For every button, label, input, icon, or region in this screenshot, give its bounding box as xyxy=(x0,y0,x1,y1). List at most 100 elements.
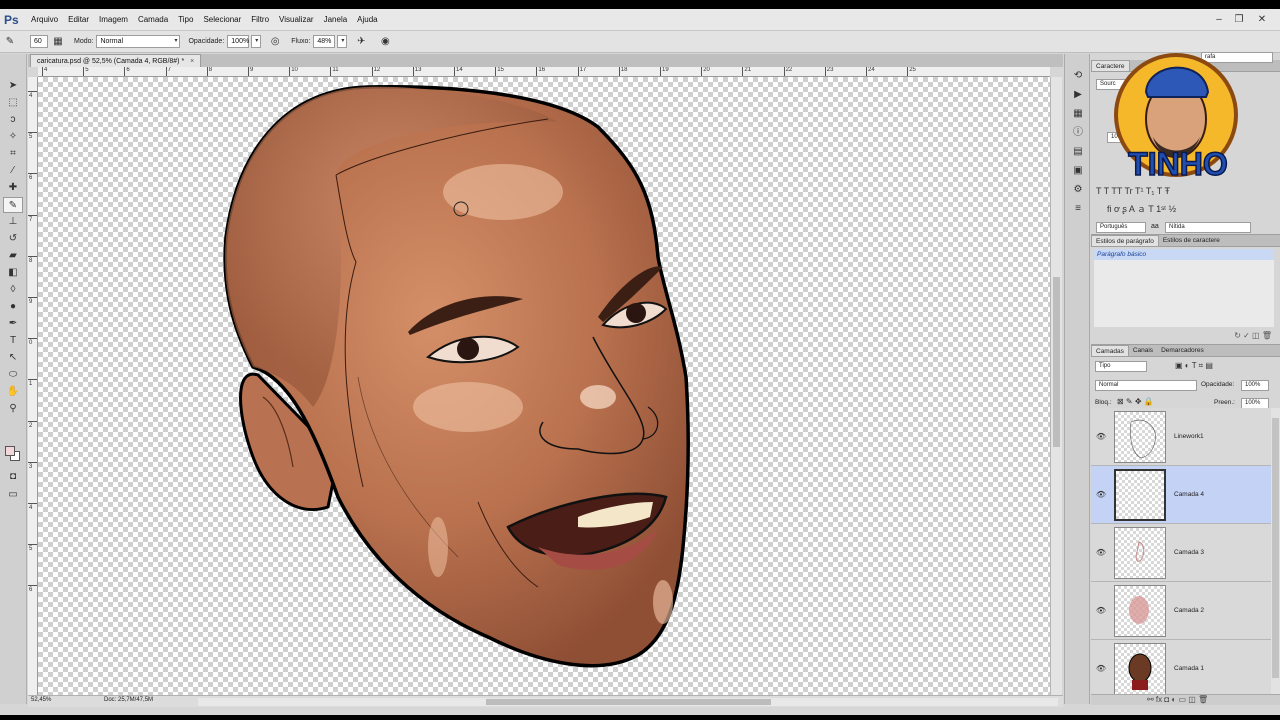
dodge-tool-icon[interactable]: ● xyxy=(3,299,23,315)
tab-channels[interactable]: Canais xyxy=(1129,345,1157,356)
menu-arquivo[interactable]: Arquivo xyxy=(26,9,63,31)
antialias-select[interactable]: Nítida xyxy=(1165,222,1251,233)
tab-character-styles[interactable]: Estilos de caractere xyxy=(1159,235,1224,246)
shape-tool-icon[interactable]: ⬭ xyxy=(3,367,23,383)
marquee-tool-icon[interactable]: ⬚ xyxy=(3,95,23,111)
lock-icons[interactable]: ⊠ ✎ ✥ 🔒 xyxy=(1117,397,1154,406)
menu-selecionar[interactable]: Selecionar xyxy=(198,9,246,31)
opacity-input[interactable]: 100% xyxy=(227,35,250,48)
menu-camada[interactable]: Camada xyxy=(133,9,173,31)
language-select[interactable]: Português xyxy=(1096,222,1146,233)
menu-tipo[interactable]: Tipo xyxy=(173,9,198,31)
brush-tool-icon[interactable]: ✎ xyxy=(3,197,23,213)
grid-icon[interactable]: ▤ xyxy=(1069,144,1087,160)
layers-bottom-toolbar: ⚯ fx ◘ ◐ ▭ ◫ 🗑 xyxy=(1091,694,1280,705)
hand-tool-icon[interactable]: ✋ xyxy=(3,384,23,400)
style-item-basic-paragraph[interactable]: Parágrafo básico xyxy=(1094,249,1274,260)
clone-stamp-tool-icon[interactable]: ⊥ xyxy=(3,214,23,230)
actions-icon[interactable]: ▶ xyxy=(1069,87,1087,103)
info-icon[interactable]: ⓘ xyxy=(1069,125,1087,141)
horizontal-scrollbar[interactable] xyxy=(198,698,1058,706)
type-tool-icon[interactable]: T xyxy=(3,333,23,349)
history-brush-tool-icon[interactable]: ↺ xyxy=(3,231,23,247)
screen-mode-icon[interactable]: ▭ xyxy=(3,487,23,503)
vertical-scrollbar[interactable] xyxy=(1050,77,1062,695)
scroll-thumb[interactable] xyxy=(1053,277,1060,447)
properties-icon[interactable]: ⚙ xyxy=(1069,182,1087,198)
layer-name[interactable]: Camada 3 xyxy=(1174,549,1204,556)
adjustments-icon[interactable]: ≡ xyxy=(1069,201,1087,217)
menu-bar: Ps Arquivo Editar Imagem Camada Tipo Sel… xyxy=(0,9,1280,31)
layer-row[interactable]: 👁 Camada 2 xyxy=(1091,582,1271,640)
opacity-dropdown[interactable]: ▾ xyxy=(251,35,262,48)
menu-editar[interactable]: Editar xyxy=(63,9,94,31)
layer-filter-select[interactable]: Tipo xyxy=(1095,361,1147,372)
scroll-thumb[interactable] xyxy=(486,699,771,705)
brush-size-picker[interactable]: 60 xyxy=(30,35,48,48)
flow-input[interactable]: 48% xyxy=(313,35,336,48)
path-selection-tool-icon[interactable]: ↖ xyxy=(3,350,23,366)
mode-select[interactable]: Normal ▾ xyxy=(96,35,181,48)
eyedropper-tool-icon[interactable]: ⁄ xyxy=(3,163,23,179)
visibility-eye-icon[interactable]: 👁 xyxy=(1091,664,1111,673)
menu-imagem[interactable]: Imagem xyxy=(94,9,133,31)
airbrush-icon[interactable]: ✈ xyxy=(353,34,369,50)
zoom-level[interactable]: 52,45% xyxy=(31,697,51,703)
visibility-eye-icon[interactable]: 👁 xyxy=(1091,432,1111,441)
tab-paragraph-styles[interactable]: Estilos de parágrafo xyxy=(1091,235,1159,246)
visibility-eye-icon[interactable]: 👁 xyxy=(1091,548,1111,557)
history-icon[interactable]: ⟲ xyxy=(1069,68,1087,84)
document-tab[interactable]: caricatura.psd @ 52,5% (Camada 4, RGB/8#… xyxy=(30,54,202,67)
canvas-area[interactable] xyxy=(38,77,1050,695)
ruler-tick xyxy=(783,67,785,76)
opentype-buttons[interactable]: ﬁ ơ ʂ A ａ T 1ˢᵗ ½ xyxy=(1107,202,1176,215)
zoom-tool-icon[interactable]: ⚲ xyxy=(3,401,23,417)
visibility-eye-icon[interactable]: 👁 xyxy=(1091,490,1111,499)
lasso-tool-icon[interactable]: ↄ xyxy=(3,112,23,128)
layer-row[interactable]: 👁 Camada 3 xyxy=(1091,524,1271,582)
foreground-color-swatch[interactable] xyxy=(5,446,15,456)
layer-row[interactable]: 👁 Camada 4 xyxy=(1091,466,1271,524)
quick-mask-icon[interactable]: ◘ xyxy=(3,469,23,485)
layer-row[interactable]: 👁 Linework1 xyxy=(1091,408,1271,466)
menu-visualizar[interactable]: Visualizar xyxy=(274,9,319,31)
pen-tool-icon[interactable]: ✒ xyxy=(3,316,23,332)
layer-name[interactable]: Camada 1 xyxy=(1174,665,1204,672)
menu-filtro[interactable]: Filtro xyxy=(246,9,274,31)
scroll-thumb[interactable] xyxy=(1272,418,1279,678)
close-tab-icon[interactable]: × xyxy=(190,58,194,65)
brush-tool-icon[interactable]: ✎ xyxy=(2,34,18,50)
navigator-icon[interactable]: ▣ xyxy=(1069,163,1087,179)
pressure-opacity-icon[interactable]: ◎ xyxy=(267,34,283,50)
swatches-icon[interactable]: ▦ xyxy=(1069,106,1087,122)
layer-row[interactable]: 👁 Camada 1 xyxy=(1091,640,1271,698)
quick-selection-tool-icon[interactable]: ✧ xyxy=(3,129,23,145)
pressure-size-icon[interactable]: ◉ xyxy=(377,34,393,50)
flow-dropdown[interactable]: ▾ xyxy=(337,35,348,48)
move-tool-icon[interactable]: ➤ xyxy=(3,78,23,94)
menu-ajuda[interactable]: Ajuda xyxy=(352,9,382,31)
blend-mode-select[interactable]: Normal xyxy=(1095,380,1197,391)
minimize-button[interactable]: – xyxy=(1208,12,1230,28)
layer-filter-icons[interactable]: ▣ ◐ T ⌗ ▤ xyxy=(1175,361,1213,371)
tab-paths[interactable]: Demarcadores xyxy=(1157,345,1208,356)
layer-action-icons[interactable]: ⚯ fx ◘ ◐ ▭ ◫ 🗑 xyxy=(1147,695,1208,704)
blur-tool-icon[interactable]: ◊ xyxy=(3,282,23,298)
eraser-tool-icon[interactable]: ▰ xyxy=(3,248,23,264)
layer-name[interactable]: Camada 4 xyxy=(1174,491,1204,498)
layers-scrollbar[interactable] xyxy=(1271,408,1280,694)
restore-button[interactable]: ❐ xyxy=(1228,12,1250,28)
doc-size-info[interactable]: Doc: 25,7M/47,5M xyxy=(104,697,153,703)
layer-opacity-input[interactable]: 100% xyxy=(1241,380,1269,391)
gradient-tool-icon[interactable]: ◧ xyxy=(3,265,23,281)
layer-name[interactable]: Camada 2 xyxy=(1174,607,1204,614)
styles-panel-actions[interactable]: ↻ ✓ ◫ 🗑 xyxy=(1234,331,1272,340)
visibility-eye-icon[interactable]: 👁 xyxy=(1091,606,1111,615)
layer-name[interactable]: Linework1 xyxy=(1174,433,1204,440)
tab-layers[interactable]: Camadas xyxy=(1091,345,1129,356)
brush-panel-icon[interactable]: ▦ xyxy=(50,34,66,50)
crop-tool-icon[interactable]: ⌗ xyxy=(3,146,23,162)
menu-janela[interactable]: Janela xyxy=(319,9,353,31)
healing-brush-tool-icon[interactable]: ✚ xyxy=(3,180,23,196)
close-button[interactable]: ✕ xyxy=(1251,12,1273,28)
